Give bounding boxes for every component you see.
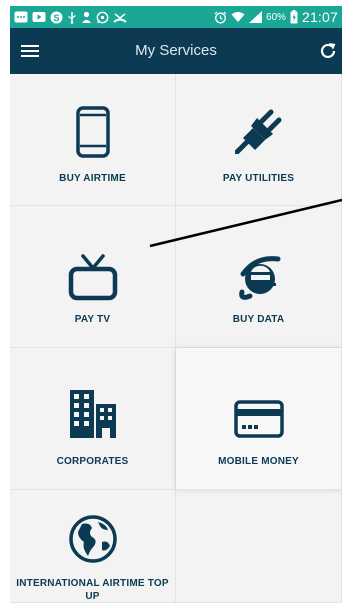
page-title: My Services — [135, 42, 217, 59]
youtube-icon — [32, 11, 46, 23]
smartphone-icon — [75, 106, 110, 158]
status-bar-system: 60% 21:07 — [214, 9, 338, 25]
internet-explorer-icon — [238, 256, 280, 300]
signal-icon — [248, 11, 262, 23]
tile-label: BUY AIRTIME — [59, 173, 126, 184]
alarm-icon — [214, 11, 227, 24]
electric-plug-icon — [234, 109, 281, 154]
battery-level: 60% — [265, 11, 286, 23]
office-building-icon — [69, 390, 116, 438]
tile-label: MOBILE MONEY — [218, 456, 299, 467]
tile-buy-airtime[interactable]: BUY AIRTIME — [10, 74, 176, 206]
wifi-icon — [231, 11, 245, 23]
tile-pay-utilities[interactable]: PAY UTILITIES — [176, 74, 342, 206]
tile-corporates[interactable]: CORPORATES — [10, 348, 176, 490]
app-bar: My Services — [10, 28, 342, 74]
tile-mobile-money[interactable]: MOBILE MONEY — [176, 348, 342, 490]
app-screen: S 60% 21:07 My Services BUY AIRTIME PAY … — [10, 6, 342, 603]
menu-button[interactable] — [20, 41, 40, 61]
skype-icon: S — [50, 11, 63, 24]
tile-buy-data[interactable]: BUY DATA — [176, 206, 342, 348]
message-icon — [14, 11, 28, 23]
television-icon — [68, 254, 117, 301]
tile-label: CORPORATES — [56, 456, 129, 467]
credit-card-icon — [233, 400, 284, 438]
usb-icon — [67, 11, 77, 24]
missed-call-icon — [113, 11, 127, 24]
status-bar: S 60% 21:07 — [10, 6, 342, 28]
tile-international-airtime[interactable]: INTERNATIONAL AIRTIME TOP UP — [10, 490, 176, 603]
tile-label: INTERNATIONAL AIRTIME TOP UP — [16, 578, 169, 602]
status-bar-notifications: S — [14, 11, 127, 24]
tile-label: BUY DATA — [232, 314, 285, 325]
person-icon — [81, 11, 92, 24]
empty-tile — [176, 490, 342, 603]
tile-label: PAY UTILITIES — [222, 173, 295, 184]
whatsapp-icon — [96, 11, 109, 24]
refresh-icon — [320, 43, 336, 59]
clock: 21:07 — [301, 9, 338, 25]
svg-text:S: S — [53, 13, 59, 23]
globe-icon — [68, 515, 117, 563]
battery-charging-icon — [290, 10, 298, 24]
tile-pay-tv[interactable]: PAY TV — [10, 206, 176, 348]
tile-label: PAY TV — [74, 314, 111, 325]
hamburger-menu-icon — [21, 45, 39, 57]
refresh-button[interactable] — [318, 41, 338, 61]
